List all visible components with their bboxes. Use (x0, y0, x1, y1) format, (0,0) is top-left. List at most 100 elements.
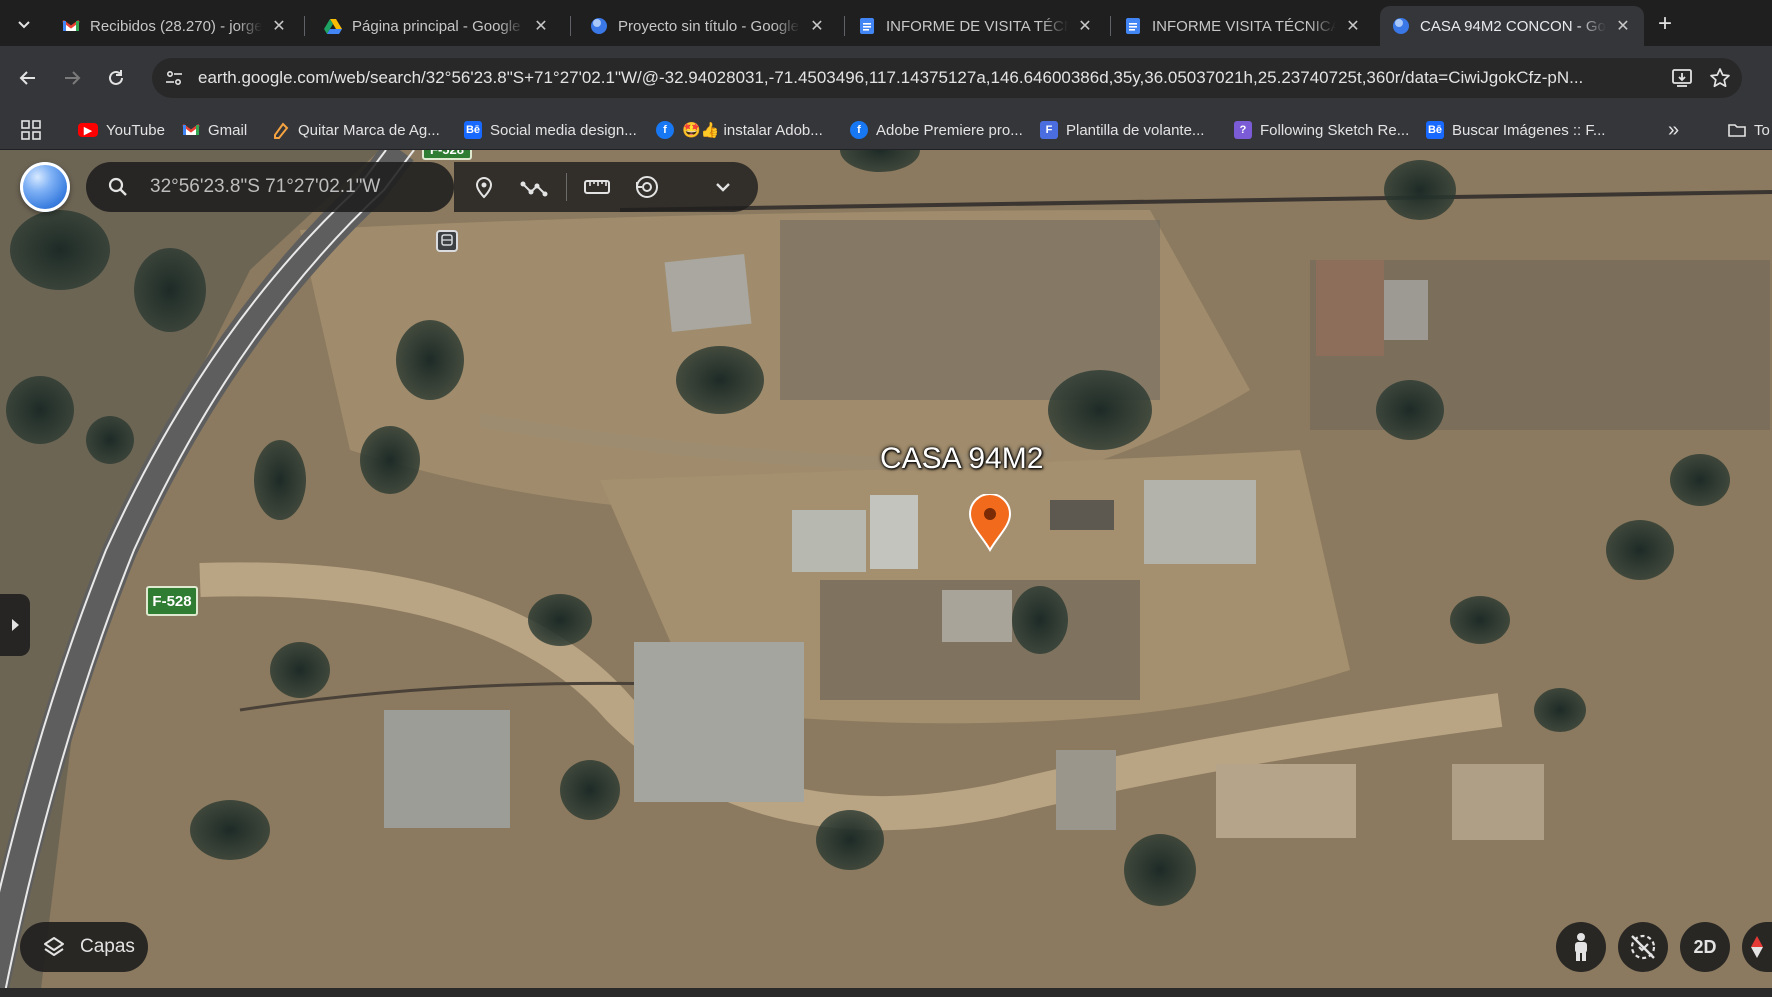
tab-informe-visita-tecnica[interactable]: INFORME VISITA TÉCNICA ✕ (1112, 6, 1374, 46)
chevron-down-icon (716, 183, 730, 192)
behance-icon: Bē (464, 121, 482, 139)
rotation-lock-button[interactable] (1618, 922, 1668, 972)
bookmark-label: 🤩👍 instalar Adob... (682, 122, 823, 139)
tab-divider (570, 16, 571, 36)
toolbar-divider (566, 173, 567, 201)
tab-label: Proyecto sin título - Google (618, 17, 799, 35)
new-tab-button[interactable]: + (1651, 10, 1679, 38)
google-earth-icon (1393, 18, 1409, 34)
google-docs-icon (860, 18, 874, 34)
bookmark-label: Quitar Marca de Ag... (298, 121, 440, 139)
close-icon[interactable]: ✕ (1614, 17, 1632, 35)
plus-icon: + (1657, 10, 1672, 37)
bookmark-star-icon[interactable] (1708, 66, 1732, 90)
satellite-imagery (0, 150, 1772, 997)
placemark-pin-icon[interactable] (968, 494, 1012, 552)
view-mode-2d-button[interactable]: 2D (1680, 922, 1730, 972)
earth-tools-bar (454, 162, 758, 212)
road-shield-top: F-528 (422, 150, 472, 160)
tab-casa-94m2[interactable]: CASA 94M2 CONCON - Go ✕ (1380, 6, 1644, 46)
site-info-icon[interactable] (162, 66, 186, 90)
watermark-icon (274, 122, 289, 139)
placemark-icon (475, 177, 493, 199)
bookmark-folder-other[interactable]: To (1728, 118, 1770, 142)
tab-drive[interactable]: Página principal - Google D ✕ (312, 6, 562, 46)
street-view-button[interactable] (1556, 922, 1606, 972)
earth-map-view[interactable]: 32°56'23.8"S 71°27'02.1"W F-528 F-528 CA… (0, 150, 1772, 997)
browser-toolbar: earth.google.com/web/search/32°56'23.8"S… (0, 46, 1772, 110)
google-earth-icon (591, 18, 607, 34)
bookmark-gmail[interactable]: Gmail (182, 118, 247, 142)
bookmark-label: Buscar Imágenes :: F... (1452, 121, 1606, 139)
earth-search-bar[interactable]: 32°56'23.8"S 71°27'02.1"W (86, 162, 454, 212)
more-tools-button[interactable] (703, 167, 743, 207)
compass-icon (1751, 936, 1763, 958)
tab-divider (1110, 16, 1111, 36)
bookmark-following-sketch[interactable]: ? Following Sketch Re... (1234, 118, 1409, 142)
close-icon[interactable]: ✕ (270, 17, 288, 35)
arrow-left-icon (19, 71, 35, 85)
bookmark-instalar-adobe[interactable]: f 🤩👍 instalar Adob... (656, 118, 823, 142)
search-icon[interactable] (106, 175, 130, 199)
bus-stop-icon[interactable] (436, 230, 458, 252)
path-tool-button[interactable] (514, 167, 554, 207)
measure-tool-button[interactable] (577, 167, 617, 207)
bookmark-label: Adobe Premiere pro... (876, 121, 1023, 139)
layers-icon (44, 937, 64, 956)
close-icon[interactable]: ✕ (1076, 17, 1094, 35)
google-drive-icon (324, 19, 342, 34)
double-chevron-icon: » (1668, 118, 1680, 141)
pegman-icon (1575, 933, 1587, 961)
close-icon[interactable]: ✕ (808, 17, 826, 35)
behance-icon: Bē (1426, 121, 1444, 139)
no-rotation-icon (1630, 934, 1656, 960)
chevron-right-icon (12, 619, 19, 631)
google-earth-logo[interactable] (20, 162, 70, 212)
tab-label: INFORME DE VISITA TÉCNI (886, 17, 1068, 35)
close-icon[interactable]: ✕ (1344, 17, 1362, 35)
placemark-tool-button[interactable] (464, 167, 504, 207)
address-bar[interactable]: earth.google.com/web/search/32°56'23.8"S… (152, 58, 1742, 98)
bookmark-youtube[interactable]: ▶ YouTube (78, 118, 165, 142)
facebook-icon: f (850, 121, 868, 139)
gmail-icon (62, 20, 80, 31)
search-input[interactable]: 32°56'23.8"S 71°27'02.1"W (150, 176, 380, 198)
youtube-icon: ▶ (78, 123, 98, 137)
bookmark-adobe-premiere[interactable]: f Adobe Premiere pro... (850, 118, 1023, 142)
close-icon[interactable]: ✕ (532, 17, 550, 35)
bookmark-label: To (1754, 121, 1770, 139)
placemark-label[interactable]: CASA 94M2 (880, 442, 1043, 476)
url-text[interactable]: earth.google.com/web/search/32°56'23.8"S… (198, 68, 1658, 88)
tab-divider (304, 16, 305, 36)
tab-search-button[interactable] (8, 8, 40, 40)
tab-gmail[interactable]: Recibidos (28.270) - jorgec ✕ (50, 6, 300, 46)
bookmark-label: YouTube (106, 121, 165, 139)
bookmark-quitar-marca[interactable]: Quitar Marca de Ag... (272, 118, 440, 142)
historical-imagery-button[interactable] (627, 167, 667, 207)
tab-label: Recibidos (28.270) - jorgec (90, 17, 262, 35)
back-button[interactable] (12, 62, 44, 94)
bookmark-social-media[interactable]: Bē Social media design... (464, 118, 637, 142)
history-icon (636, 176, 658, 198)
chevron-down-icon (18, 21, 30, 29)
reload-button[interactable] (100, 62, 132, 94)
tab-earth-project[interactable]: Proyecto sin título - Google ✕ (578, 6, 838, 46)
google-docs-icon (1126, 18, 1140, 34)
bookmarks-overflow-button[interactable]: » (1668, 118, 1679, 142)
sketch-icon: ? (1234, 121, 1252, 139)
bookmark-label: Following Sketch Re... (1260, 121, 1410, 139)
tab-informe-visita-tecni[interactable]: INFORME DE VISITA TÉCNI ✕ (846, 6, 1106, 46)
install-app-icon[interactable] (1670, 66, 1694, 90)
arrow-right-icon (65, 71, 81, 85)
tab-divider (844, 16, 845, 36)
tab-strip: Recibidos (28.270) - jorgec ✕ Página pri… (0, 0, 1772, 46)
bookmark-plantilla-volante[interactable]: F Plantilla de volante... (1040, 118, 1204, 142)
side-panel-toggle[interactable] (0, 594, 30, 656)
bookmark-buscar-imagenes[interactable]: Bē Buscar Imágenes :: F... (1426, 118, 1605, 142)
apps-grid-icon[interactable] (20, 120, 42, 140)
forward-button[interactable] (56, 62, 88, 94)
layers-button[interactable]: Capas (20, 922, 148, 972)
facebook-icon: f (656, 121, 674, 139)
tab-label: Página principal - Google D (352, 17, 524, 35)
ruler-icon (584, 180, 610, 194)
